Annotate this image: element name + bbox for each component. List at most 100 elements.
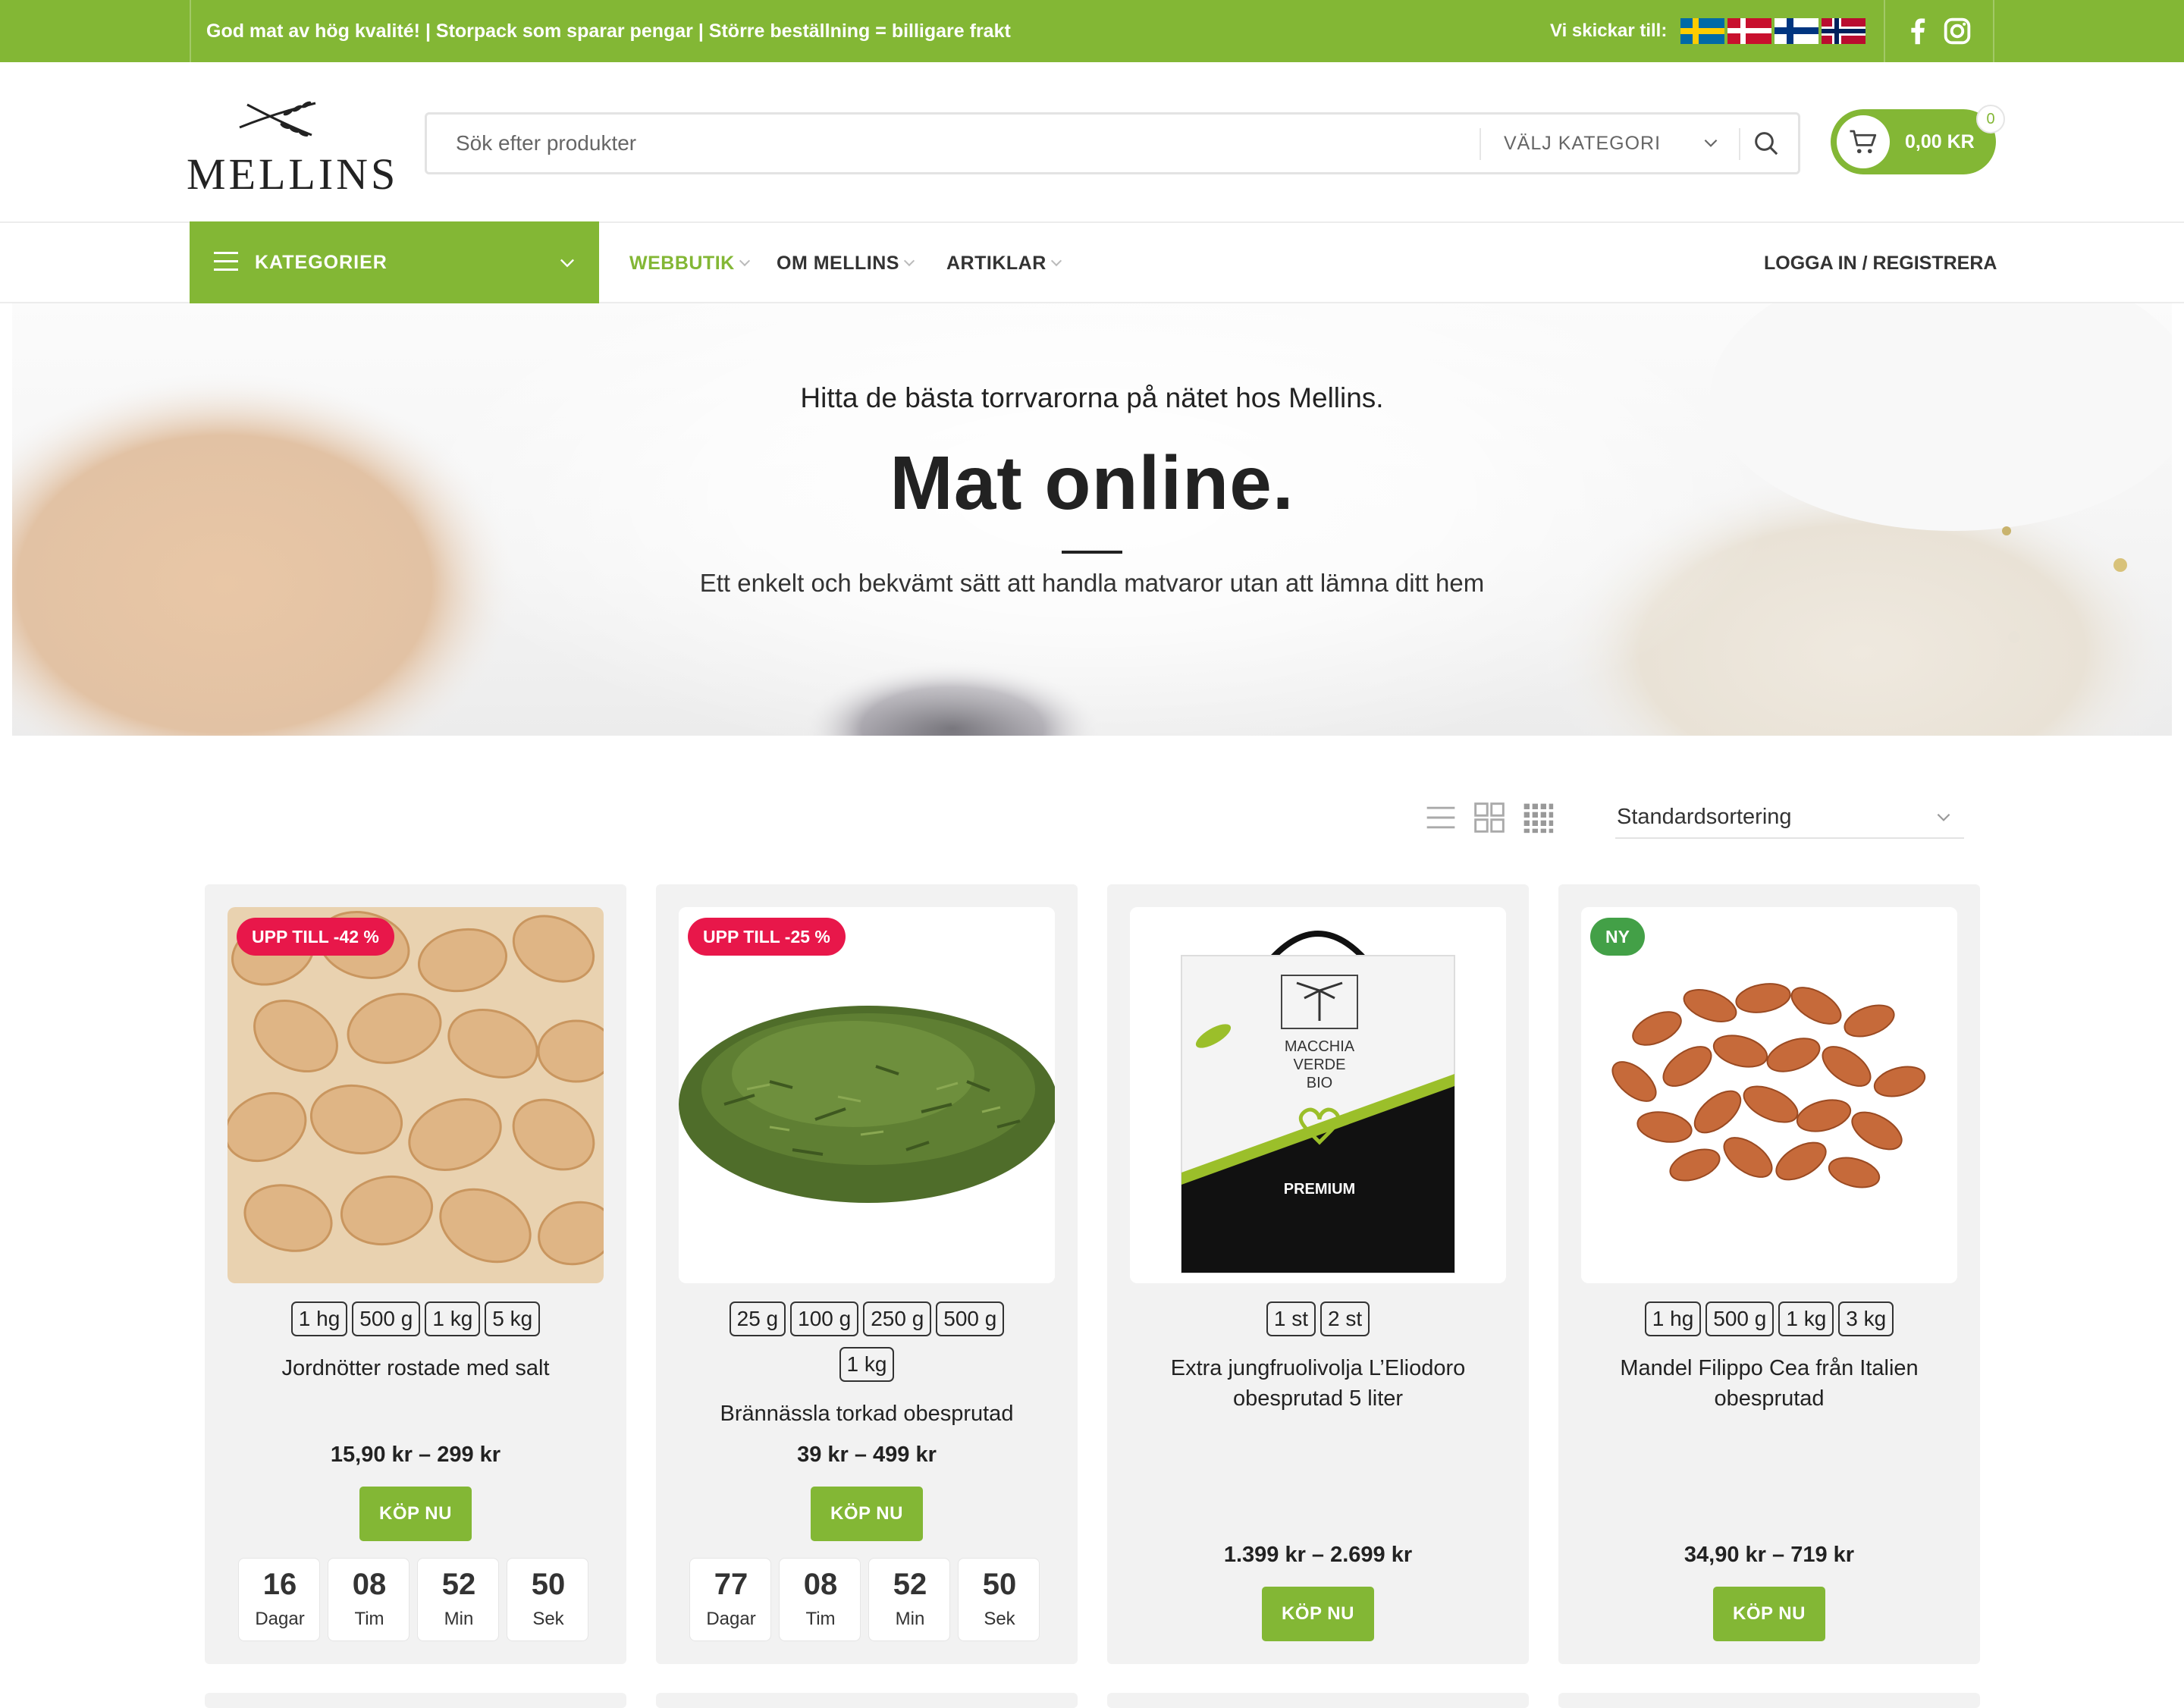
nav-om-mellins[interactable]: OM MELLINS: [777, 223, 915, 303]
buy-button[interactable]: KÖP NU: [1713, 1587, 1825, 1641]
facebook-icon[interactable]: [1900, 14, 1935, 49]
buy-button[interactable]: KÖP NU: [359, 1487, 472, 1541]
categories-label: KATEGORIER: [255, 252, 388, 273]
variant-option[interactable]: 500 g: [352, 1301, 421, 1336]
variant-option[interactable]: 1 hg: [1644, 1301, 1702, 1336]
package-text: MACCHIA: [1285, 1038, 1355, 1055]
top-bar: God mat av hög kvalité! | Storpack som s…: [0, 0, 2184, 62]
shipping-flags: [1680, 18, 1866, 44]
discount-badge: UPP TILL -42 %: [237, 918, 394, 956]
new-badge: NY: [1590, 918, 1645, 956]
instagram-icon[interactable]: [1940, 14, 1975, 49]
nav-artiklar[interactable]: ARTIKLAR: [946, 223, 1062, 303]
countdown-unit: Sek: [532, 1609, 564, 1629]
divider: [190, 0, 191, 62]
product-name[interactable]: Jordnötter rostade med salt: [220, 1353, 611, 1383]
variant-option[interactable]: 1 kg: [1778, 1301, 1834, 1336]
variant-option[interactable]: 100 g: [790, 1301, 859, 1336]
nav-webbutik[interactable]: WEBBUTIK: [629, 223, 750, 303]
promo-text: God mat av hög kvalité! | Storpack som s…: [206, 20, 1011, 42]
sort-label: Standardsortering: [1617, 805, 1792, 829]
countdown-hours: 08 Tim: [328, 1558, 410, 1641]
variant-option[interactable]: 1 hg: [290, 1301, 348, 1336]
grid-2-view-icon[interactable]: [1473, 801, 1506, 834]
variant-option[interactable]: 5 kg: [485, 1301, 541, 1336]
category-select[interactable]: VÄLJ KATEGORI: [1504, 115, 1661, 172]
sweden-flag: [1680, 18, 1724, 44]
countdown-value: 08: [352, 1568, 387, 1601]
variant-option[interactable]: 250 g: [863, 1301, 932, 1336]
product-price: 39 kr – 499 kr: [797, 1443, 937, 1467]
countdown-unit: Dagar: [706, 1609, 756, 1629]
product-price: 34,90 kr – 719 kr: [1684, 1543, 1855, 1567]
olive-oil-box-image: MACCHIA VERDE BIO PREMIUM: [1130, 907, 1506, 1283]
buy-button[interactable]: KÖP NU: [1262, 1587, 1374, 1641]
chevron-down-icon: [1937, 813, 1950, 821]
chevron-down-icon: [1050, 256, 1062, 267]
product-image[interactable]: [679, 907, 1055, 1283]
wheat-logo-icon: [239, 101, 316, 137]
logo[interactable]: MELLINS: [187, 96, 395, 199]
chevron-down-icon: [903, 256, 915, 267]
countdown-value: 50: [982, 1568, 1017, 1601]
product-image[interactable]: [228, 907, 604, 1283]
variant-option[interactable]: 25 g: [729, 1301, 786, 1336]
variant-option[interactable]: 1 st: [1266, 1301, 1316, 1336]
menu-icon: [214, 252, 238, 272]
cart-count-badge: 0: [1976, 105, 2005, 133]
product-card: NY 1 hg 500 g1 kg 3 kg Mandel Filippo Cea …: [1558, 884, 1980, 1664]
variant-option[interactable]: 2 st: [1320, 1301, 1370, 1336]
cart-button[interactable]: 0,00 KR: [1831, 109, 1996, 174]
list-view-icon[interactable]: [1424, 801, 1458, 834]
package-text: BIO: [1307, 1075, 1332, 1091]
countdown-unit: Tim: [805, 1609, 836, 1629]
package-text: PREMIUM: [1284, 1181, 1355, 1198]
variant-option[interactable]: 3 kg: [1838, 1301, 1894, 1336]
cart-total: 0,00 KR: [1905, 131, 1975, 152]
countdown-timer: 16 Dagar 08 Tim 52 Min 50 Sek: [238, 1558, 593, 1641]
denmark-flag: [1727, 18, 1771, 44]
product-image[interactable]: [1581, 907, 1957, 1283]
search-input[interactable]: Sök efter produkter: [456, 115, 636, 172]
peanuts-image: [228, 907, 604, 1283]
countdown-days: 16 Dagar: [238, 1558, 320, 1641]
variant-list: 1 st 2 st: [1122, 1301, 1514, 1347]
login-register-link[interactable]: LOGGA IN / REGISTRERA: [1764, 223, 1997, 303]
search-icon[interactable]: [1751, 128, 1781, 159]
nav-label: ARTIKLAR: [946, 253, 1046, 274]
countdown-value: 08: [803, 1568, 838, 1601]
hero-title: Mat online.: [890, 441, 1294, 526]
categories-button[interactable]: KATEGORIER: [190, 221, 599, 303]
countdown-days: 77 Dagar: [689, 1558, 771, 1641]
product-name[interactable]: Extra jungfruolivolja L’Eliodoro obespru…: [1122, 1353, 1514, 1414]
logo-text: MELLINS: [187, 149, 399, 199]
hero-description: Ett enkelt och bekvämt sätt att handla m…: [699, 569, 1485, 597]
variant-option[interactable]: 1 kg: [839, 1347, 895, 1382]
countdown-value: 50: [531, 1568, 566, 1601]
search-bar: Sök efter produkter VÄLJ KATEGORI: [425, 112, 1800, 174]
product-price: 1.399 kr – 2.699 kr: [1223, 1543, 1413, 1567]
divider: [1884, 0, 1885, 62]
variant-option[interactable]: 500 g: [1705, 1301, 1774, 1336]
ship-to-label: Vi skickar till:: [1550, 20, 1668, 41]
variant-list: 1 hg 500 g1 kg 5 kg: [220, 1301, 611, 1347]
chevron-down-icon: [739, 256, 750, 267]
product-card: [1558, 1693, 1980, 1708]
grid-4-view-icon[interactable]: [1521, 801, 1555, 834]
product-image[interactable]: MACCHIA VERDE BIO PREMIUM: [1130, 907, 1506, 1283]
product-name[interactable]: Mandel Filippo Cea från Italien obesprut…: [1574, 1353, 1965, 1414]
product-name[interactable]: Brännässla torkad obesprutad: [671, 1399, 1062, 1429]
sort-select[interactable]: Standardsortering: [1615, 796, 1964, 839]
variant-list: 1 hg 500 g1 kg 3 kg: [1574, 1301, 1965, 1347]
countdown-minutes: 52 Min: [868, 1558, 950, 1641]
chevron-down-icon: [560, 259, 574, 268]
variant-option[interactable]: 500 g: [936, 1301, 1005, 1336]
countdown-hours: 08 Tim: [779, 1558, 861, 1641]
divider: [1739, 128, 1740, 160]
main-nav: KATEGORIER WEBBUTIK OM MELLINS ARTIKLAR …: [0, 221, 2184, 303]
variant-option[interactable]: 1 kg: [425, 1301, 481, 1336]
product-price: 15,90 kr – 299 kr: [330, 1443, 501, 1467]
buy-button[interactable]: KÖP NU: [811, 1487, 923, 1541]
countdown-unit: Tim: [354, 1609, 384, 1629]
countdown-timer: 77 Dagar 08 Tim 52 Min 50 Sek: [689, 1558, 1044, 1641]
